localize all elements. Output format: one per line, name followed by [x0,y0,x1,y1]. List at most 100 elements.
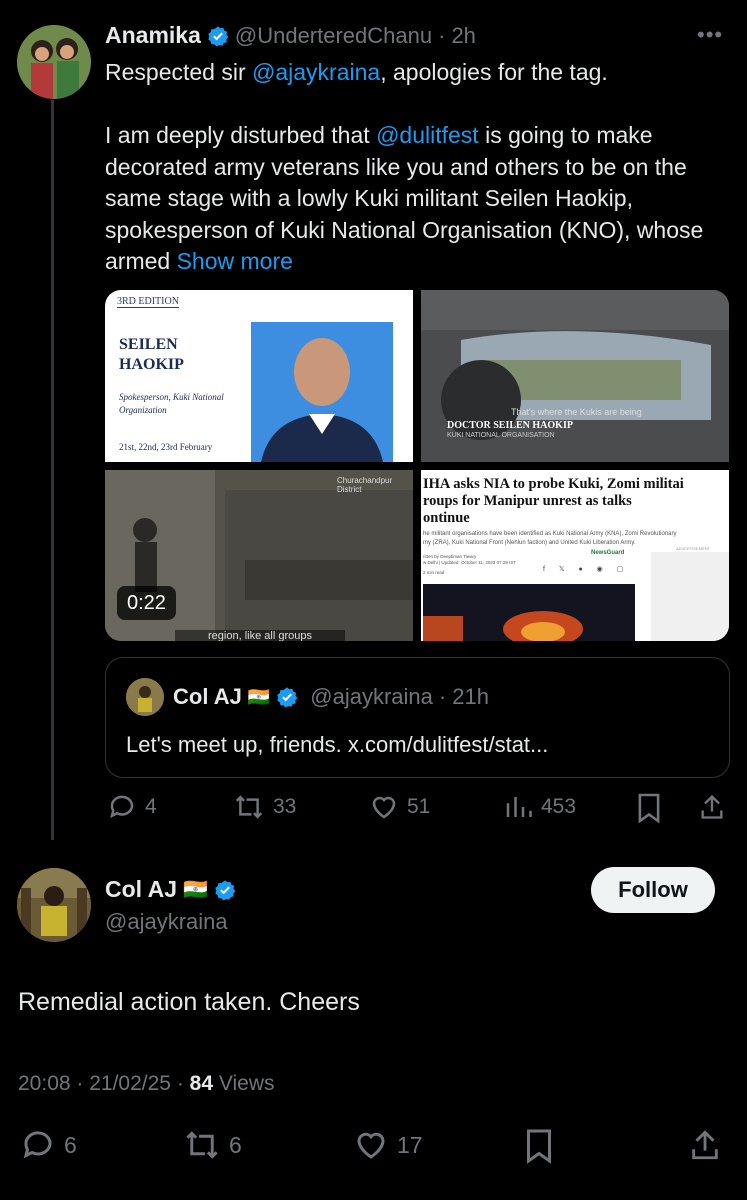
bookmark-button[interactable] [524,1127,554,1165]
card-title-last: HAOKIP [119,356,184,373]
text-segment: Respected sir [105,59,253,85]
repost-button[interactable]: 6 [183,1127,242,1163]
quoted-header: Col AJ 🇮🇳 @ajaykraina · 21h [173,684,489,709]
card-title-first: SEILEN [119,336,178,353]
reply-icon [110,795,134,819]
card-edition: 3RD EDITION [117,296,179,308]
tweet-timestamp[interactable]: 20:08 [18,1072,71,1095]
video-caption: That's where the Kukis are being [511,407,642,417]
media-video-cctv[interactable]: Churachandpur District region, like all … [105,470,413,641]
advertisement-label: ADVERTISEMENT [676,546,710,551]
verified-badge-icon [277,687,298,708]
tweet-body: Respected sir @ajaykraina, apologies for… [105,57,725,89]
quoted-author-name: Col AJ [173,684,242,709]
heart-icon [357,1132,385,1159]
author-handle[interactable]: @UnderteredChanu [235,23,432,49]
mention-dulitfest[interactable]: @dulitfest [376,122,479,148]
author-handle[interactable]: @ajaykraina [105,909,228,935]
share-icon [701,794,723,819]
author-row: Col AJ 🇮🇳 [105,876,236,903]
reply-count: 6 [64,1131,77,1158]
card-subtitle-2: Organization [119,405,167,415]
like-button[interactable]: 51 [369,792,430,822]
quoted-author-handle: @ajaykraina [310,684,433,709]
video-lower-third-org: KUKI NATIONAL ORGANISATION [447,432,555,439]
show-more-link[interactable]: Show more [177,248,293,274]
media-image-news-article[interactable]: IHA asks NIA to probe Kuki, Zomi militai… [421,470,729,641]
repost-icon [235,795,263,819]
article-headline-1: IHA asks NIA to probe Kuki, Zomi militai [423,476,684,492]
text-segment: , apologies for the tag. [380,59,608,85]
quoted-time: 21h [452,684,489,709]
video-location-label: Churachandpur District [337,476,393,494]
like-button[interactable]: 17 [353,1127,423,1163]
article-share-icons: f 𝕏 ● ◉ ▢ [543,566,630,573]
views-button[interactable]: 453 [503,792,576,822]
reply-count: 4 [145,795,157,818]
video-duration-badge: 0:22 [117,586,176,620]
article-summary-2: my (ZRA), Kuki National Front (Nehlun fa… [423,540,636,546]
tweet-meta: 20:08 · 21/02/25 · 84 Views [18,1072,275,1095]
repost-icon [186,1131,218,1159]
quoted-tweet[interactable]: Col AJ 🇮🇳 @ajaykraina · 21h Let's meet u… [105,657,730,778]
quoted-avatar[interactable] [126,678,164,716]
repost-count: 6 [229,1131,242,1158]
newsguard-badge: NewsGuard [591,550,625,556]
tweet-header: Anamika @UnderteredChanu · 2h [105,22,476,49]
avatar-colaj[interactable] [17,868,91,942]
ad-slot [651,552,729,641]
avatar-illustration [17,25,91,99]
bookmark-button[interactable] [636,792,662,824]
fire-illustration [423,584,635,641]
video-lower-third-name: DOCTOR SEILEN HAOKIP [447,420,573,431]
reply-button[interactable]: 4 [107,792,157,822]
portrait-photo [251,322,393,462]
view-count: 453 [541,795,577,818]
verified-badge-icon [215,879,236,900]
article-date: w Delhi | Updated: October 11, 2023 07:2… [423,560,517,565]
like-count: 51 [407,795,431,818]
tweet-text: Remedial action taken. Cheers [18,988,360,1016]
heart-icon [372,796,396,819]
follow-button[interactable]: Follow [591,867,715,913]
video-subtitle: region, like all groups [175,630,345,641]
card-subtitle-1: Spokesperson, Kuki National [119,392,224,402]
reply-icon [23,1131,52,1159]
views-chart-icon [506,797,532,817]
avatar-anamika[interactable] [17,25,91,99]
india-flag-icon: 🇮🇳 [247,686,271,707]
author-name[interactable]: Col AJ [105,876,177,903]
author-name[interactable]: Anamika [105,22,201,49]
like-count: 17 [397,1131,423,1158]
share-button[interactable] [698,792,726,822]
views-count: 84 [189,1072,214,1095]
media-grid: 3RD EDITION SEILEN HAOKIP Spokesperson, … [105,290,729,641]
article-headline-3: ontinue [423,510,470,526]
article-summary-1: he militant organisations have been iden… [423,531,677,537]
share-button[interactable] [688,1127,722,1163]
views-label: Views [218,1072,275,1095]
tweet-date[interactable]: 21/02/25 [89,1072,171,1095]
thread-connector-line [51,100,54,840]
repost-count: 33 [273,795,297,818]
more-options-icon[interactable]: ••• [697,22,723,48]
article-read-time: 2 min read [423,570,445,575]
reply-button[interactable]: 6 [20,1127,77,1163]
text-segment: I am deeply disturbed that [105,122,377,148]
media-image-event-card[interactable]: 3RD EDITION SEILEN HAOKIP Spokesperson, … [105,290,413,462]
avatar-illustration [126,678,164,716]
media-image-video-still-car[interactable]: That's where the Kukis are being DOCTOR … [421,290,729,462]
share-icon [692,1130,718,1160]
quoted-text: Let's meet up, friends. x.com/dulitfest/… [126,732,549,757]
card-dates: 21st, 22nd, 23rd February [119,442,213,452]
tweet-body-paragraph: I am deeply disturbed that @dulitfest is… [105,120,735,278]
verified-badge-icon [208,25,229,46]
article-photo-fire [423,584,635,641]
portrait-person-illustration [261,338,383,462]
repost-button[interactable]: 33 [233,792,296,822]
india-flag-icon: 🇮🇳 [183,879,208,901]
avatar-illustration [17,868,91,942]
bookmark-icon [638,793,660,824]
mention-ajaykraina[interactable]: @ajaykraina [252,59,380,85]
tweet-time[interactable]: 2h [451,23,475,49]
